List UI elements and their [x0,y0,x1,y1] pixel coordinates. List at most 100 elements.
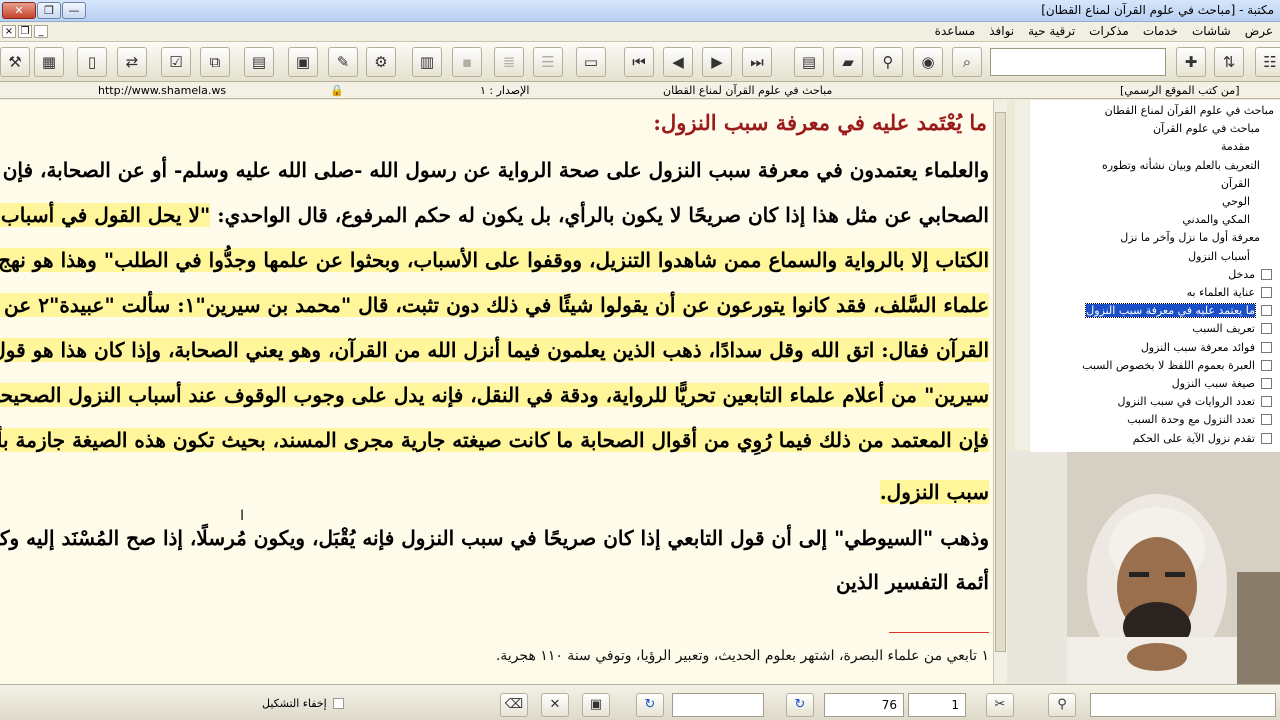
mdi-restore-icon[interactable]: ❐ [18,25,32,38]
new-page-icon[interactable]: ▯ [77,47,107,77]
new-note-icon[interactable]: ✚ [1176,47,1206,77]
list-icon[interactable]: ≣ [494,47,524,77]
tree-item[interactable]: تعدد النزول مع وحدة السبب [1127,413,1272,426]
tree-item[interactable]: مباحث في علوم القرآن [1153,122,1260,135]
text-plain: والعلماء يعتمدون في معرفة سبب النزول على… [0,158,989,182]
menu-item-services[interactable]: خدمات [1136,24,1185,38]
website-label[interactable]: http://www.shamela.ws [98,84,226,97]
book-text-area[interactable]: ما يُعْتَمد عليه في معرفة سبب النزول: وا… [0,100,993,684]
tree-item[interactable]: أسباب النزول [1188,250,1250,263]
tree-item-checkbox[interactable] [1261,396,1272,408]
content-scrollbar[interactable] [993,100,1007,684]
tree-item[interactable]: العبرة بعموم اللفظ لا بخصوص السبب [1082,359,1272,372]
pencil-icon[interactable]: ✎ [328,47,358,77]
mdi-minimize-icon[interactable]: _ [34,25,48,38]
tree-item-checkbox[interactable] [1261,305,1272,317]
splitter-bar[interactable] [1015,100,1029,450]
source-label: [من كتب الموقع الرسمي] [1120,84,1240,97]
hide-tashkeel-checkbox[interactable] [332,698,344,709]
app-window: ✕ ❐ — مكتبة - [مباحث في علوم القرآن لمنا… [0,0,1280,720]
tree-item[interactable]: مقدمة [1221,140,1250,153]
tree-item[interactable]: مباحث في علوم القرآن لمناع القطان [1105,104,1274,117]
previous-page-icon[interactable]: ◀ [663,47,693,77]
compare-icon[interactable]: ⇅ [1214,47,1244,77]
table-of-contents-tree[interactable]: مباحث في علوم القرآن لمناع القطان مباحث ف… [1030,100,1280,452]
minimize-button[interactable]: — [62,2,86,19]
save-icon[interactable]: ▪ [452,47,482,77]
binoculars-icon[interactable]: ⚲ [873,47,903,77]
tree-item[interactable]: تقدم نزول الآية على الحكم [1133,432,1272,445]
search-input[interactable] [1090,693,1276,717]
window-list-icon[interactable]: ▤ [794,47,824,77]
mdi-close-icon[interactable]: × [2,25,16,38]
menu-item-windows[interactable]: نوافذ [982,24,1021,38]
globe-icon[interactable]: ◉ [913,47,943,77]
tree-item[interactable]: القرآن [1221,177,1250,190]
menu-item-screens[interactable]: شاشات [1185,24,1238,38]
tree-item[interactable]: الوحي [1222,195,1250,208]
close-button[interactable]: ✕ [2,2,36,19]
attachment-icon[interactable]: ✂ [986,693,1014,717]
tree-item[interactable]: التعريف بالعلم وبيان نشأته وتطوره [1102,159,1260,172]
more-icon[interactable]: ☷ [1255,47,1280,77]
book-title-label: مباحث في علوم القرآن لمناع القطان [663,84,833,97]
open-book-icon[interactable]: ▭ [576,47,606,77]
text-plain: وذهب "السيوطي" إلى أن قول التابعي إذا كا… [0,526,989,550]
copy-icon[interactable]: ⧉ [200,47,230,77]
delete-icon[interactable]: ✕ [541,693,569,717]
maximize-button[interactable]: ❐ [37,2,61,19]
part-number-field[interactable]: 1 [908,693,966,717]
document-icon[interactable]: ▤ [244,47,274,77]
menu-item-live-update[interactable]: ترقية حية [1021,24,1082,38]
tree-item[interactable]: معرفة أول ما نزل وآخر ما نزل [1120,231,1260,244]
refresh-icon[interactable]: ↻ [636,693,664,717]
save-icon[interactable]: ▣ [582,693,610,717]
menu-item-help[interactable]: مساعدة [928,24,983,38]
window-title: مكتبة - [مباحث في علوم القرآن لمناع القط… [1041,3,1274,17]
tree-item-label: صيغة سبب النزول [1171,377,1255,390]
tree-item[interactable]: صيغة سبب النزول [1172,377,1272,390]
tree-item-checkbox[interactable] [1261,359,1272,371]
content-scrollbar-thumb[interactable] [995,112,1006,652]
text-line: الكتاب إلا بالرواية والسماع ممن شاهدوا ا… [0,248,989,272]
check-icon[interactable]: ☑ [161,47,191,77]
justify-icon[interactable]: ☰ [533,47,563,77]
tree-item[interactable]: عناية العلماء به [1187,286,1272,299]
share-icon[interactable]: ⇄ [117,47,147,77]
eraser-icon[interactable]: ⌫ [500,693,528,717]
tree-item-checkbox[interactable] [1261,323,1272,335]
menu-item-view[interactable]: عرض [1238,24,1280,38]
last-page-icon[interactable]: ⏭ [742,47,772,77]
tree-item-checkbox[interactable] [1261,432,1272,444]
bottom-bar: إخفاء التشكيل ⌫ ✕ ▣ ↻ ↻ 76 1 ✂ ⚲ [0,684,1280,720]
tree-item-checkbox[interactable] [1261,378,1272,389]
tree-item[interactable]: ما يعتمد عليه في معرفة سبب النزول [1085,303,1272,319]
page-number-field[interactable]: 76 [824,693,904,717]
tree-item[interactable]: مدخل [1228,268,1272,281]
note-input[interactable] [672,693,764,717]
toolbar-search-input[interactable] [990,48,1166,76]
first-page-icon[interactable]: ⏮ [624,47,654,77]
library-icon[interactable]: ▦ [34,47,64,77]
menu-item-notes[interactable]: مذكرات [1082,24,1136,38]
tree-item-checkbox[interactable] [1261,287,1272,298]
tree-item[interactable]: المكي والمدني [1182,213,1250,226]
tree-item-checkbox[interactable] [1261,268,1272,280]
tree-item[interactable]: تعدد الروايات في سبب النزول [1117,395,1272,408]
tree-item-checkbox[interactable] [1261,414,1272,426]
tools-icon[interactable]: ⚒ [0,47,30,77]
hide-tashkeel-option[interactable]: إخفاء التشكيل [262,697,344,710]
tree-icon[interactable]: ⚙ [366,47,396,77]
search-binoculars-icon[interactable]: ⚲ [1048,693,1076,717]
title-bar: ✕ ❐ — مكتبة - [مباحث في علوم القرآن لمنا… [0,0,1280,22]
go-icon[interactable]: ↻ [786,693,814,717]
tree-item-label: تعريف السبب [1192,322,1255,336]
tree-item-checkbox[interactable] [1261,341,1272,353]
print-icon[interactable]: ▥ [412,47,442,77]
search-page-icon[interactable]: ⌕ [952,47,982,77]
tree-item[interactable]: تعريف السبب [1192,322,1272,335]
folder-image-icon[interactable]: ▣ [288,47,318,77]
next-page-icon[interactable]: ▶ [702,47,732,77]
open-folder-icon[interactable]: ▰ [833,47,863,77]
tree-item[interactable]: فوائد معرفة سبب النزول [1141,341,1272,354]
